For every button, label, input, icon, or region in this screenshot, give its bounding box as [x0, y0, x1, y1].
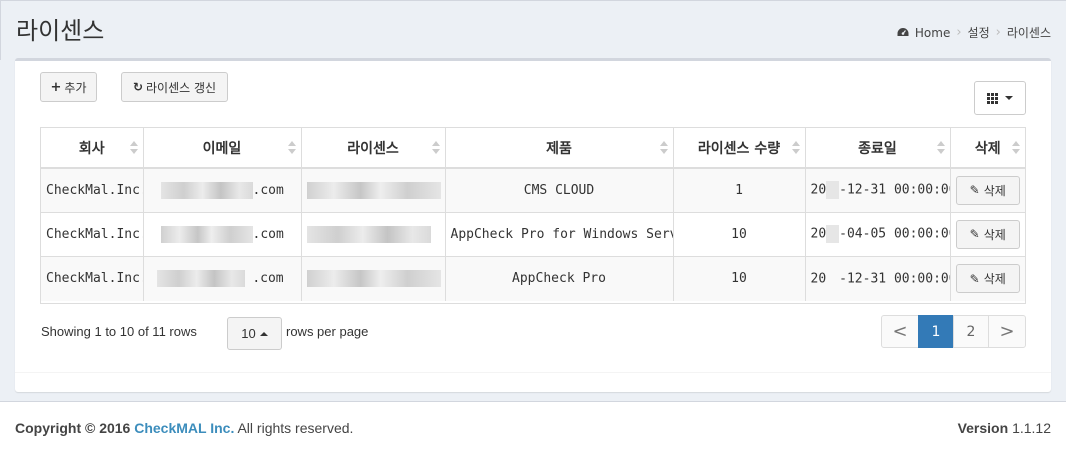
add-button-label: 추가 — [64, 80, 87, 95]
redacted-license — [306, 225, 431, 243]
main-footer: Copyright © 2016 CheckMAL Inc. All right… — [0, 401, 1066, 452]
cell-end-date: 20 -12-31 00:00:00 — [805, 167, 951, 212]
sort-icon — [791, 141, 800, 155]
sort-icon — [431, 141, 440, 155]
cell-company: CheckMal.Inc. — [41, 167, 144, 212]
cell-email: .com — [143, 255, 302, 301]
page-size-value: 10 — [241, 326, 256, 341]
add-button[interactable]: + 추가 — [40, 72, 97, 102]
breadcrumb-current: 라이센스 — [1006, 26, 1051, 40]
dashboard-icon — [897, 28, 909, 36]
chevron-right-icon: › — [995, 25, 1001, 40]
pagination-prev[interactable]: < — [881, 315, 919, 348]
refresh-icon: ↻ — [132, 80, 143, 94]
cell-delete: ✎ 삭제 — [950, 255, 1025, 301]
breadcrumb: Home › 설정 › 라이센스 — [897, 24, 1051, 41]
delete-button[interactable]: ✎ 삭제 — [955, 219, 1020, 249]
cell-delete: ✎ 삭제 — [950, 211, 1025, 256]
page-title: 라이센스 — [16, 17, 105, 45]
cell-product: AppCheck Pro — [445, 255, 674, 301]
cell-quantity: 1 — [673, 167, 806, 212]
cell-license — [301, 167, 446, 212]
column-header-email[interactable]: 이메일 — [143, 128, 302, 169]
redacted-email — [160, 181, 253, 199]
redacted-email — [160, 225, 253, 243]
sort-icon — [1012, 141, 1020, 155]
cell-company: CheckMal.Inc. — [41, 255, 144, 301]
plus-icon: + — [50, 79, 62, 95]
company-link[interactable]: CheckMAL Inc. — [134, 420, 234, 436]
column-header-product[interactable]: 제품 — [445, 128, 674, 169]
redacted-year — [826, 270, 839, 288]
edit-icon: ✎ — [969, 271, 980, 286]
box-footer-divider — [15, 372, 1051, 373]
table-row: CheckMal.Inc. .com AppCheck Pro for Wind… — [41, 211, 1025, 256]
chevron-right-icon: › — [956, 25, 962, 40]
cell-product: CMS CLOUD — [445, 167, 674, 212]
delete-button[interactable]: ✎ 삭제 — [955, 264, 1020, 294]
sort-icon — [659, 141, 668, 155]
cell-end-date: 20 -04-05 00:00:00 — [805, 211, 951, 256]
cell-product: AppCheck Pro for Windows Server — [445, 211, 674, 256]
caret-up-icon — [259, 331, 268, 336]
sort-icon — [129, 141, 138, 155]
pagination-page-1[interactable]: 1 — [918, 315, 954, 348]
edit-icon: ✎ — [969, 227, 980, 241]
table-row: CheckMal.Inc. .com CMS CLOUD 1 20 -12-31 … — [41, 167, 1025, 212]
page-size-dropdown[interactable]: 10 — [227, 317, 282, 350]
pagination: < 1 2 > — [881, 315, 1026, 348]
redacted-email — [156, 270, 245, 288]
caret-down-icon — [1005, 96, 1013, 100]
cell-email: .com — [143, 211, 302, 256]
sort-icon — [936, 141, 945, 155]
columns-grid-icon — [987, 92, 998, 104]
cell-end-date: 20 -12-31 00:00:00 — [805, 255, 951, 301]
license-box: + 추가 ↻ 라이센스 갱신 회사 이메일 라이센스 제품 라이센스 수량 종료… — [15, 58, 1051, 392]
content-header: 라이센스 Home › 설정 › 라이센스 — [0, 0, 1066, 60]
cell-license — [301, 255, 446, 301]
renew-button-label: 라이센스 갱신 — [146, 80, 217, 95]
redacted-license — [306, 270, 441, 288]
cell-quantity: 10 — [673, 211, 806, 256]
redacted-year — [826, 225, 840, 243]
version: Version 1.1.12 — [957, 420, 1051, 436]
chevron-right-icon: > — [999, 321, 1015, 342]
pagination-page-2[interactable]: 2 — [953, 315, 989, 348]
delete-button[interactable]: ✎ 삭제 — [955, 175, 1020, 205]
column-header-quantity[interactable]: 라이센스 수량 — [673, 128, 806, 169]
column-header-license[interactable]: 라이센스 — [301, 128, 446, 169]
pagination-info: Showing 1 to 10 of 11 rows — [41, 324, 197, 339]
cell-company: CheckMal.Inc. — [41, 211, 144, 256]
breadcrumb-home[interactable]: Home — [915, 26, 950, 40]
cell-delete: ✎ 삭제 — [950, 167, 1025, 212]
copyright: Copyright © 2016 CheckMAL Inc. All right… — [15, 420, 354, 436]
renew-license-button[interactable]: ↻ 라이센스 갱신 — [121, 72, 228, 102]
edit-icon: ✎ — [969, 183, 980, 198]
column-header-company[interactable]: 회사 — [41, 128, 144, 169]
column-header-end-date[interactable]: 종료일 — [805, 128, 951, 169]
redacted-license — [306, 181, 441, 199]
breadcrumb-settings[interactable]: 설정 — [968, 24, 990, 41]
table-row: CheckMal.Inc. .com AppCheck Pro 10 20 -12… — [41, 255, 1025, 301]
license-table: 회사 이메일 라이센스 제품 라이센스 수량 종료일 삭제 CheckMal.I… — [40, 127, 1026, 304]
chevron-left-icon: < — [892, 321, 908, 342]
cell-email: .com — [143, 167, 302, 212]
rows-per-page-label: rows per page — [286, 324, 369, 339]
pagination-next[interactable]: > — [988, 315, 1026, 348]
redacted-year — [826, 181, 840, 200]
cell-license — [301, 211, 446, 256]
columns-toggle-button[interactable] — [974, 81, 1026, 115]
sort-icon — [287, 141, 296, 155]
cell-quantity: 10 — [673, 255, 806, 301]
column-header-delete[interactable]: 삭제 — [950, 128, 1025, 169]
